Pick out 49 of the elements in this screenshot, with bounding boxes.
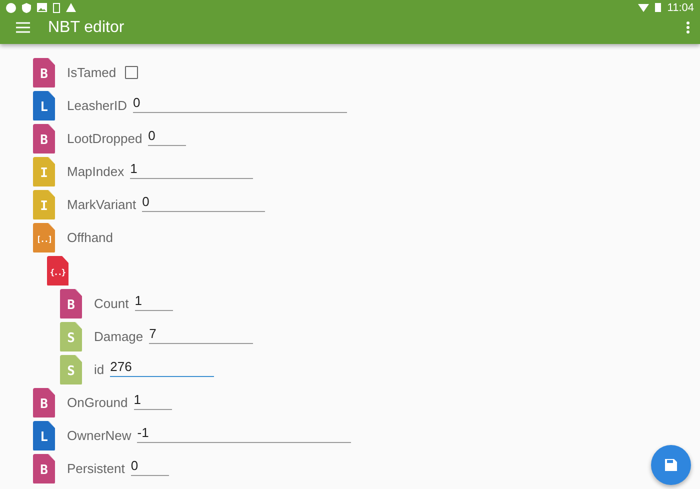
tag-name: Damage	[94, 329, 144, 344]
tag-name: MapIndex	[67, 164, 124, 179]
tag-name: LeasherID	[67, 98, 127, 113]
tag-type-icon: B	[33, 58, 55, 88]
value-field[interactable]: 276	[110, 358, 214, 376]
tag-name: Persistent	[67, 461, 125, 476]
tag-name: OwnerNew	[67, 428, 132, 443]
tag-type-icon: B	[33, 388, 55, 418]
toolbar-title: NBT editor	[48, 18, 124, 36]
menu-icon[interactable]	[16, 22, 30, 33]
tag-type-icon: B	[33, 124, 55, 154]
clock-time: 11:04	[667, 2, 694, 14]
tag-name: OnGround	[67, 395, 128, 410]
phone-icon	[53, 2, 60, 12]
tag-type-icon: I	[33, 190, 55, 220]
tag-type-icon: S	[60, 354, 82, 384]
save-icon	[665, 459, 677, 471]
tag-name: id	[94, 362, 104, 377]
value-field[interactable]: -1	[137, 424, 352, 442]
value-field[interactable]: 1	[134, 392, 172, 410]
value-field[interactable]: 7	[149, 326, 254, 344]
warning-icon	[66, 3, 76, 12]
tag-name: IsTamed	[67, 65, 116, 80]
more-options-icon[interactable]	[686, 21, 690, 34]
tag-name: Count	[94, 296, 129, 311]
value-field[interactable]: 0	[132, 94, 347, 112]
tag-type-icon: [..]	[33, 222, 55, 252]
tag-type-icon: B	[60, 288, 82, 318]
value-field[interactable]: 1	[130, 160, 254, 178]
image-icon	[37, 3, 47, 12]
tag-type-icon: I	[33, 156, 55, 186]
notification-icon	[6, 2, 16, 12]
wifi-icon	[638, 4, 650, 12]
tag-type-icon: L	[33, 420, 55, 450]
checkbox[interactable]	[125, 66, 138, 79]
tag-name: LootDropped	[67, 131, 142, 146]
value-field[interactable]: 0	[142, 194, 266, 212]
value-field[interactable]: 1	[134, 292, 173, 310]
value-field[interactable]: 0	[148, 128, 186, 146]
shield-icon	[22, 2, 31, 12]
tag-name: Offhand	[67, 230, 114, 245]
value-field[interactable]: 0	[130, 458, 169, 476]
tag-type-icon: S	[60, 322, 82, 352]
save-button[interactable]	[651, 445, 691, 485]
tag-type-icon: B	[33, 454, 55, 484]
tag-type-icon: L	[33, 90, 55, 120]
tag-type-icon: {..}	[46, 256, 68, 286]
battery-icon	[655, 3, 662, 12]
tag-name: MarkVariant	[67, 197, 136, 212]
